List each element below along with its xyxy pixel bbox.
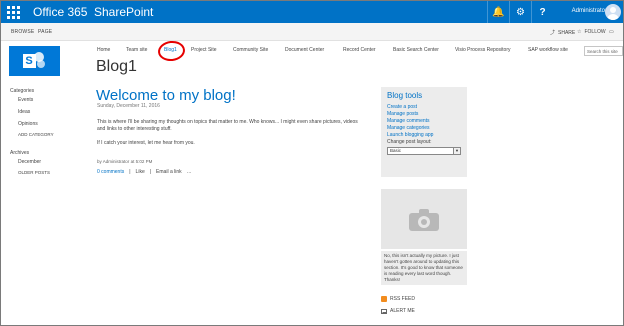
app-launcher-icon[interactable] bbox=[1, 1, 25, 23]
email-link[interactable]: Email a link bbox=[156, 169, 182, 175]
rss-label: RSS FEED bbox=[390, 296, 416, 302]
archives-heading[interactable]: Archives bbox=[10, 150, 29, 156]
post-layout-label: Change post layout: bbox=[387, 139, 432, 145]
category-events[interactable]: Events bbox=[18, 97, 33, 103]
page-title: Blog1 bbox=[96, 58, 137, 75]
nav-project-site[interactable]: Project Site bbox=[191, 47, 217, 53]
post-title[interactable]: Welcome to my blog! bbox=[96, 87, 236, 104]
post-layout-select[interactable]: Basic ▼ bbox=[387, 147, 461, 155]
follow-label: FOLLOW bbox=[584, 29, 606, 35]
nav-basic-search-center[interactable]: Basic Search Center bbox=[393, 47, 439, 53]
post-body: This is where I'll be sharing my thought… bbox=[97, 119, 359, 154]
manage-categories-link[interactable]: Manage categories bbox=[387, 125, 461, 132]
search-input[interactable]: Search this site bbox=[584, 46, 623, 56]
nav-community-site[interactable]: Community Site bbox=[233, 47, 268, 53]
post-actions: 0 comments | Like | Email a link … bbox=[97, 169, 192, 175]
manage-posts-link[interactable]: Manage posts bbox=[387, 111, 461, 118]
nav-home[interactable]: Home bbox=[97, 47, 110, 53]
browser-frame: Office 365 SharePoint 🔔 ⚙ ? Administrato… bbox=[0, 0, 624, 326]
bell-icon[interactable]: 🔔 bbox=[487, 1, 509, 23]
tab-page[interactable]: PAGE bbox=[38, 29, 52, 35]
archive-december[interactable]: December bbox=[18, 159, 41, 165]
nav-sap-workflow-site[interactable]: SAP workflow site bbox=[528, 47, 568, 53]
site-logo[interactable]: S bbox=[9, 46, 60, 76]
nav-team-site[interactable]: Team site bbox=[126, 47, 147, 53]
suite-bar: Office 365 SharePoint 🔔 ⚙ ? Administrato… bbox=[1, 1, 623, 23]
create-post-link[interactable]: Create a post bbox=[387, 104, 461, 111]
divider: | bbox=[149, 169, 152, 175]
mail-icon bbox=[381, 308, 387, 314]
launch-blogging-app-link[interactable]: Launch blogging app bbox=[387, 132, 461, 139]
post-layout-value: Basic bbox=[390, 148, 402, 153]
byline-at: at bbox=[130, 159, 135, 164]
like-link[interactable]: Like bbox=[136, 169, 145, 175]
annotation-circle bbox=[157, 39, 186, 63]
post-paragraph: If I catch your interest, let me hear fr… bbox=[97, 140, 195, 146]
more-options-icon[interactable]: … bbox=[187, 169, 192, 175]
tab-browse[interactable]: BROWSE bbox=[11, 29, 34, 35]
comments-link[interactable]: 0 comments bbox=[97, 169, 124, 175]
categories-heading[interactable]: Categories bbox=[10, 88, 34, 94]
blog-tools-panel: Blog tools Create a post Manage posts Ma… bbox=[381, 87, 467, 177]
divider: | bbox=[129, 169, 131, 175]
focus-content-icon[interactable]: ▭ bbox=[609, 29, 614, 35]
share-label: SHARE bbox=[558, 29, 576, 36]
gear-icon[interactable]: ⚙ bbox=[509, 1, 531, 23]
share-icon: ⤴ bbox=[550, 30, 556, 36]
profile-bio: No, this isn't actually my picture. I ju… bbox=[381, 251, 467, 285]
nav-visio-process-repository[interactable]: Visio Process Repository bbox=[455, 47, 511, 53]
category-ideas[interactable]: Ideas bbox=[18, 109, 30, 115]
rss-icon bbox=[381, 296, 387, 302]
blog-tools-heading: Blog tools bbox=[387, 91, 423, 100]
post-byline: by Administrator at 5:02 PM bbox=[97, 159, 152, 164]
post-paragraph: This is where I'll be sharing my thought… bbox=[97, 119, 358, 132]
ribbon-bar: BROWSE PAGE ⤴ SHARE ☆ FOLLOW ▭ bbox=[1, 23, 623, 41]
byline-by: by bbox=[97, 159, 102, 164]
camera-icon bbox=[409, 209, 439, 231]
user-name[interactable]: Administrator bbox=[563, 8, 607, 14]
follow-button[interactable]: ☆ FOLLOW bbox=[577, 29, 606, 35]
alert-me-link[interactable]: ALERT ME bbox=[381, 308, 415, 314]
share-button[interactable]: ⤴ SHARE bbox=[550, 29, 576, 37]
nav-record-center[interactable]: Record Center bbox=[343, 47, 376, 53]
star-icon: ☆ bbox=[577, 29, 582, 35]
post-time: 5:02 PM bbox=[135, 159, 153, 164]
older-posts-link[interactable]: OLDER POSTS bbox=[18, 170, 50, 175]
profile-photo bbox=[381, 189, 467, 249]
avatar[interactable] bbox=[605, 4, 621, 20]
sharepoint-brand[interactable]: SharePoint bbox=[94, 5, 153, 19]
rss-feed-link[interactable]: RSS FEED bbox=[381, 296, 415, 302]
category-opinions[interactable]: Opinions bbox=[18, 121, 38, 127]
manage-comments-link[interactable]: Manage comments bbox=[387, 118, 461, 125]
post-author[interactable]: Administrator bbox=[103, 159, 130, 164]
office365-brand[interactable]: Office 365 bbox=[33, 5, 87, 19]
add-category-link[interactable]: ADD CATEGORY bbox=[18, 132, 54, 137]
help-icon[interactable]: ? bbox=[531, 1, 553, 23]
nav-document-center[interactable]: Document Center bbox=[285, 47, 324, 53]
chevron-down-icon: ▼ bbox=[453, 148, 460, 154]
post-date: Sunday, December 11, 2016 bbox=[97, 103, 160, 109]
alert-label: ALERT ME bbox=[390, 308, 415, 314]
